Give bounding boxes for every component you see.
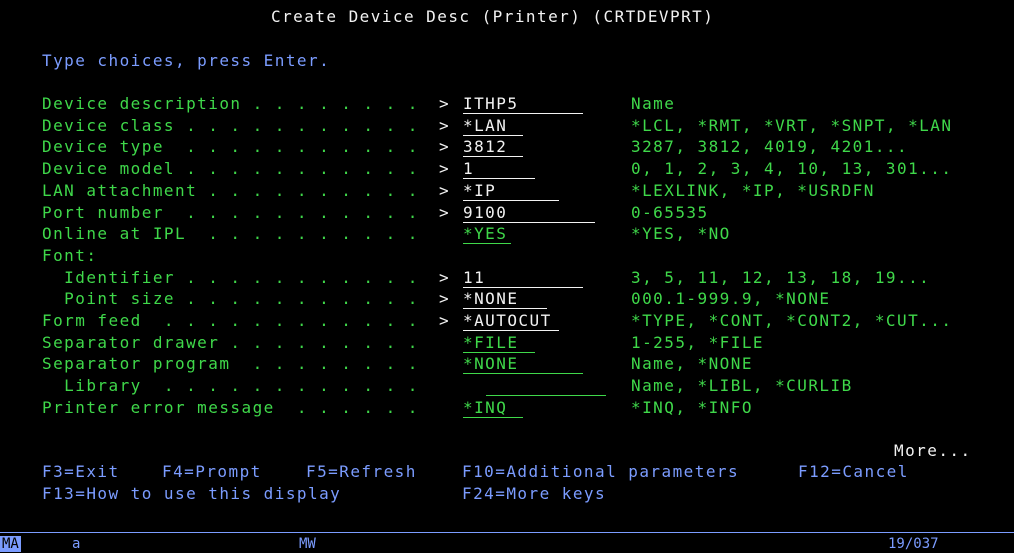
input-device-class[interactable]: *LAN [463, 116, 523, 136]
param-label-separator-program: Separator program . . . . . . . . [42, 354, 419, 373]
prompt-marker: > [439, 116, 451, 135]
status-bar: MA a MW 19/037 [0, 532, 1014, 553]
prompt-marker: > [439, 137, 451, 156]
input-online-at-ipl[interactable]: *YES [463, 224, 511, 244]
prompt-marker: > [439, 311, 451, 330]
input-device-type[interactable]: 3812 [463, 137, 523, 157]
f13-help-key[interactable]: F13=How to use this display [42, 484, 341, 504]
param-label-printer-error-message: Printer error message . . . . . . [42, 398, 419, 417]
f5-refresh-key[interactable]: F5=Refresh [306, 462, 417, 482]
param-label-library: Library . . . . . . . . . . . . [42, 376, 419, 395]
choices-printer-error-message: *INQ, *INFO [631, 398, 753, 417]
prompt-marker: > [439, 203, 451, 222]
prompt-marker: > [439, 181, 451, 200]
param-label-device-description: Device description . . . . . . . . [42, 94, 419, 113]
session-indicator: MA [0, 536, 21, 552]
param-label-device-model: Device model . . . . . . . . . . . [42, 159, 419, 178]
cursor-position: 19/037 [888, 536, 939, 552]
input-device-model[interactable]: 1 [463, 159, 535, 179]
instructions-text: Type choices, press Enter. [42, 51, 331, 70]
terminal-screen: Create Device Desc (Printer) (CRTDEVPRT)… [0, 0, 1014, 532]
param-label-separator-drawer: Separator drawer . . . . . . . . . [42, 333, 419, 352]
choices-form-feed: *TYPE, *CONT, *CONT2, *CUT... [631, 311, 953, 330]
choices-lan-attachment: *LEXLINK, *IP, *USRDFN [631, 181, 875, 200]
input-library[interactable] [486, 376, 606, 396]
screen-title: Create Device Desc (Printer) (CRTDEVPRT) [271, 7, 715, 26]
f3-exit-key[interactable]: F3=Exit [42, 462, 120, 482]
f10-additional-parameters-key[interactable]: F10=Additional parameters [462, 462, 739, 482]
param-label-form-feed: Form feed . . . . . . . . . . . . [42, 311, 419, 330]
choices-separator-drawer: 1-255, *FILE [631, 333, 764, 352]
input-font-point-size[interactable]: *NONE [463, 289, 547, 309]
input-device-description[interactable]: ITHP5 [463, 94, 583, 114]
more-indicator: More... [894, 441, 972, 460]
param-label-online-at-ipl: Online at IPL . . . . . . . . . . [42, 224, 419, 243]
param-label-device-type: Device type . . . . . . . . . . . [42, 137, 419, 156]
choices-font-identifier: 3, 5, 11, 12, 13, 18, 19... [631, 268, 931, 287]
param-label-lan-attachment: LAN attachment . . . . . . . . . . [42, 181, 419, 200]
f4-prompt-key[interactable]: F4=Prompt [162, 462, 262, 482]
param-label-port-number: Port number . . . . . . . . . . . [42, 203, 419, 222]
input-port-number[interactable]: 9100 [463, 203, 595, 223]
input-form-feed[interactable]: *AUTOCUT [463, 311, 559, 331]
choices-online-at-ipl: *YES, *NO [631, 224, 731, 243]
session-id: a [72, 536, 81, 552]
param-label-device-class: Device class . . . . . . . . . . . [42, 116, 419, 135]
choices-separator-program: Name, *NONE [631, 354, 753, 373]
f12-cancel-key[interactable]: F12=Cancel [798, 462, 909, 482]
param-label-font-identifier: Identifier . . . . . . . . . . . [42, 268, 419, 287]
choices-device-class: *LCL, *RMT, *VRT, *SNPT, *LAN [631, 116, 953, 135]
prompt-marker: > [439, 94, 451, 113]
input-font-identifier[interactable]: 11 [463, 268, 583, 288]
param-label-font-point-size: Point size . . . . . . . . . . . [42, 289, 419, 308]
choices-device-description: Name [631, 94, 676, 113]
choices-device-model: 0, 1, 2, 3, 4, 10, 13, 301... [631, 159, 953, 178]
choices-device-type: 3287, 3812, 4019, 4201... [631, 137, 909, 156]
prompt-marker: > [439, 289, 451, 308]
prompt-marker: > [439, 268, 451, 287]
choices-library: Name, *LIBL, *CURLIB [631, 376, 853, 395]
input-separator-program[interactable]: *NONE [463, 354, 583, 374]
input-printer-error-message[interactable]: *INQ [463, 398, 523, 418]
param-label-font-header: Font: [42, 246, 98, 265]
choices-port-number: 0-65535 [631, 203, 709, 222]
prompt-marker: > [439, 159, 451, 178]
input-mode: MW [299, 536, 316, 552]
input-separator-drawer[interactable]: *FILE [463, 333, 535, 353]
input-lan-attachment[interactable]: *IP [463, 181, 559, 201]
f24-more-keys-key[interactable]: F24=More keys [462, 484, 606, 504]
choices-font-point-size: 000.1-999.9, *NONE [631, 289, 831, 308]
